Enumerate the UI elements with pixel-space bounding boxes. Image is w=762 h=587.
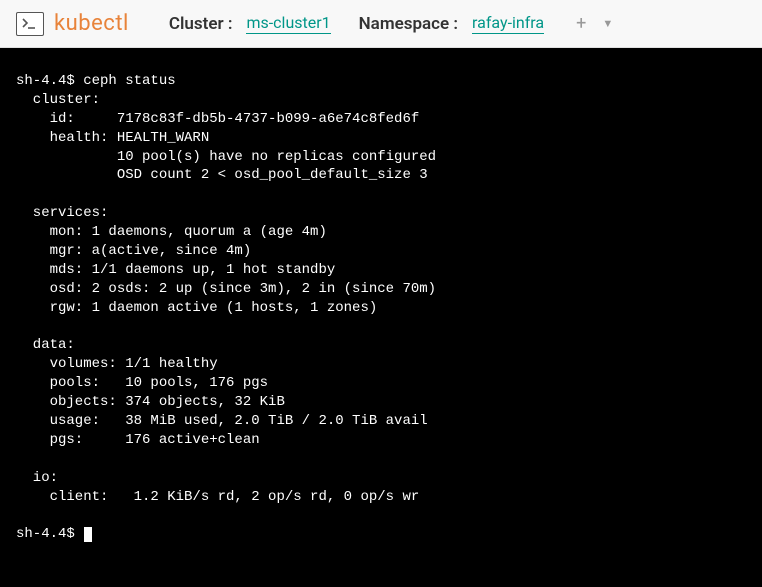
cursor-icon (84, 527, 92, 542)
output-line: id: 7178c83f-db5b-4737-b099-a6e74c8fed6f (16, 111, 419, 127)
output-line: mgr: a(active, since 4m) (16, 243, 251, 259)
output-line: services: (16, 205, 108, 221)
output-line: mds: 1/1 daemons up, 1 hot standby (16, 262, 335, 278)
terminal-icon (16, 12, 44, 36)
cluster-label: Cluster : (169, 14, 233, 34)
output-line (16, 319, 24, 335)
output-line: osd: 2 osds: 2 up (since 3m), 2 in (sinc… (16, 281, 436, 297)
output-line: io: (16, 470, 58, 486)
output-line (16, 451, 24, 467)
output-line (16, 186, 24, 202)
cluster-selector[interactable]: ms-cluster1 (246, 13, 330, 34)
prompt-line: sh-4.4$ ceph status (16, 73, 176, 89)
output-line: usage: 38 MiB used, 2.0 TiB / 2.0 TiB av… (16, 413, 428, 429)
chevron-down-icon[interactable]: ▼ (602, 17, 613, 30)
output-line: OSD count 2 < osd_pool_default_size 3 (16, 167, 428, 183)
output-line: mon: 1 daemons, quorum a (age 4m) (16, 224, 327, 240)
terminal-output[interactable]: sh-4.4$ ceph status cluster: id: 7178c83… (0, 48, 762, 587)
output-line: volumes: 1/1 healthy (16, 356, 218, 372)
output-line: 10 pool(s) have no replicas configured (16, 149, 436, 165)
output-line: cluster: (16, 92, 100, 108)
add-icon[interactable]: + (576, 13, 586, 34)
prompt-line: sh-4.4$ (16, 526, 83, 542)
namespace-selector[interactable]: rafay-infra (472, 13, 544, 34)
output-line: pools: 10 pools, 176 pgs (16, 375, 268, 391)
output-line: objects: 374 objects, 32 KiB (16, 394, 285, 410)
output-line: pgs: 176 active+clean (16, 432, 260, 448)
namespace-label: Namespace : (359, 14, 458, 34)
output-line: client: 1.2 KiB/s rd, 2 op/s rd, 0 op/s … (16, 489, 419, 505)
header-bar: kubectl Cluster : ms-cluster1 Namespace … (0, 0, 762, 48)
output-line: data: (16, 337, 75, 353)
brand-label: kubectl (54, 11, 129, 36)
output-line (16, 507, 24, 523)
output-line: health: HEALTH_WARN (16, 130, 209, 146)
output-line: rgw: 1 daemon active (1 hosts, 1 zones) (16, 300, 377, 316)
